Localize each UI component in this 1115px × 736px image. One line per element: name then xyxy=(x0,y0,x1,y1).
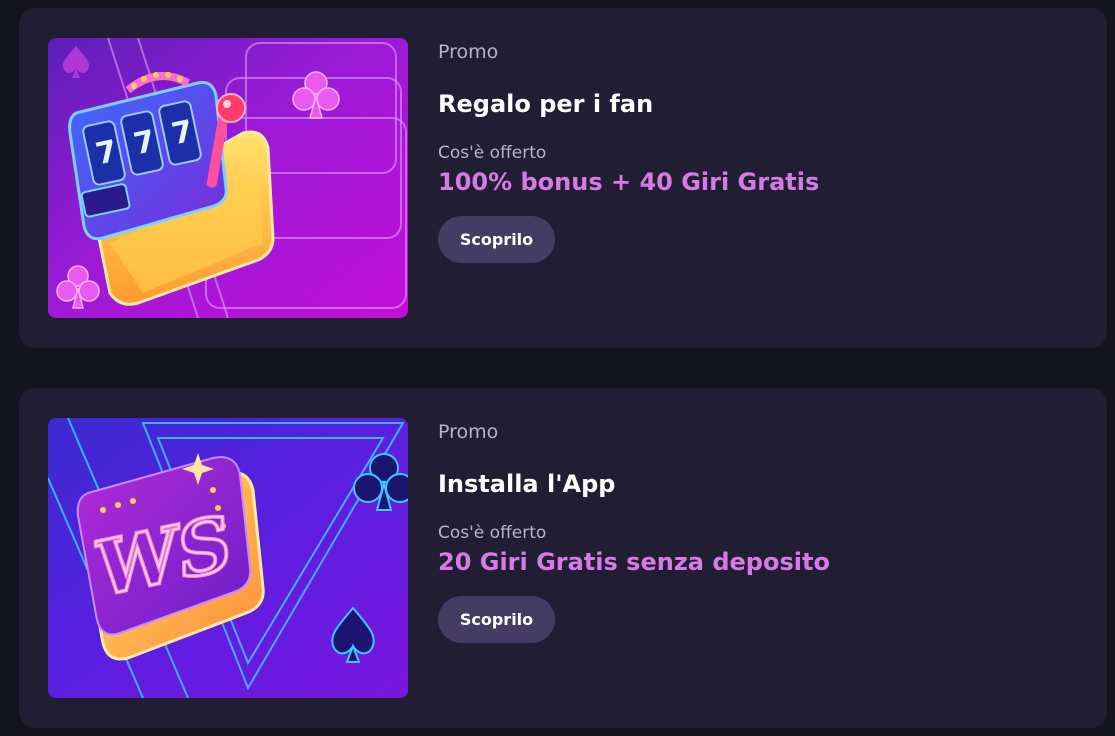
discover-button[interactable]: Scoprilo xyxy=(438,216,555,263)
promo-card: 7 7 7 Promo Regalo per i fan Cos'è offer… xyxy=(19,8,1107,348)
promo-label: Promo xyxy=(438,41,499,63)
offer-label: Cos'è offerto xyxy=(438,143,547,163)
offer-label: Cos'è offerto xyxy=(438,523,547,543)
ws-app-logo-icon: WS WS xyxy=(48,418,408,698)
promo-title: Regalo per i fan xyxy=(438,90,654,118)
discover-button[interactable]: Scoprilo xyxy=(438,596,555,643)
offer-value: 20 Giri Gratis senza deposito xyxy=(438,548,830,576)
promo-card: WS WS Promo Installa l'App Cos'è offerto… xyxy=(19,388,1107,728)
promo-title: Installa l'App xyxy=(438,470,616,498)
promo-label: Promo xyxy=(438,421,499,443)
promo-image-ws-app[interactable]: WS WS xyxy=(48,418,408,698)
slot-machine-icon: 7 7 7 xyxy=(48,38,408,318)
offer-value: 100% bonus + 40 Giri Gratis xyxy=(438,168,820,196)
promo-page: 7 7 7 Promo Regalo per i fan Cos'è offer… xyxy=(0,0,1115,736)
promo-image-slot-machine[interactable]: 7 7 7 xyxy=(48,38,408,318)
